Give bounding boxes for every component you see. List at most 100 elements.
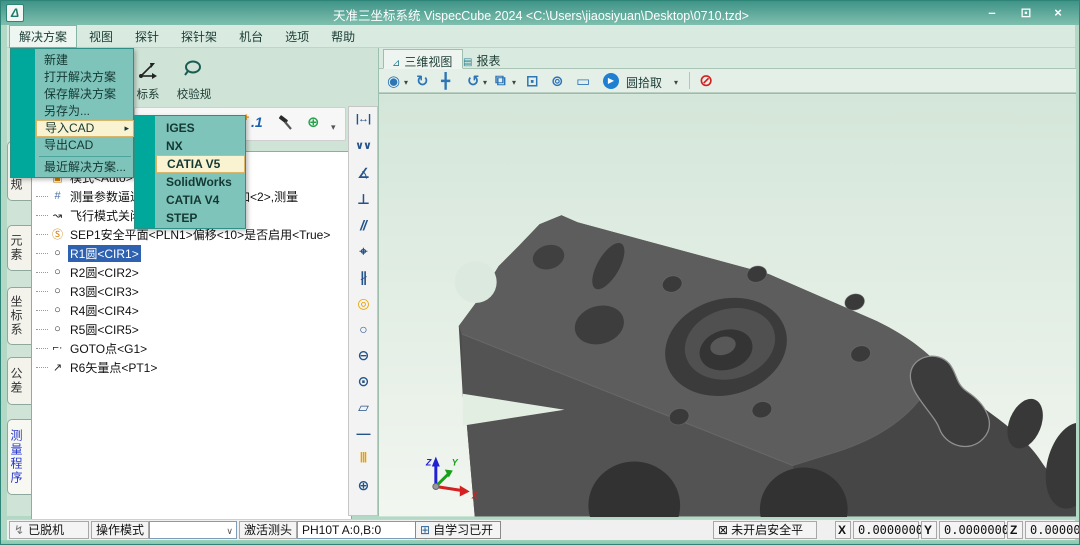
- menu-item-import-cad[interactable]: 导入CAD ▸: [36, 120, 134, 137]
- sidebar-tab-elements[interactable]: 元素: [7, 225, 32, 271]
- menu-item-save-as[interactable]: 另存为...: [36, 103, 133, 120]
- menu-item-new[interactable]: 新建: [36, 52, 133, 69]
- straightness-icon[interactable]: —: [349, 425, 377, 441]
- 3d-viewport[interactable]: Z Y X: [379, 93, 1076, 516]
- menu-accent-strip: [11, 49, 35, 177]
- angle-icon[interactable]: ∡: [349, 165, 377, 182]
- locate-icon[interactable]: ⊚: [551, 72, 564, 90]
- tree-item-circle-r5[interactable]: ○R5圆<CIR5>: [36, 320, 141, 338]
- view-cube-icon[interactable]: ⧉: [495, 72, 506, 89]
- menu-item-export-cad[interactable]: 导出CAD: [36, 137, 133, 154]
- coordinate-system-icon: [137, 59, 159, 81]
- submenu-item-catia-v4[interactable]: CATIA V4: [156, 191, 245, 209]
- active-probe-label: 激活测头: [239, 521, 297, 539]
- offline-status: ↯已脱机: [9, 521, 89, 539]
- circularity-icon[interactable]: ○: [349, 321, 377, 337]
- concentricity-icon[interactable]: ◎: [349, 295, 377, 312]
- view-mode-caret-icon[interactable]: ▾: [404, 78, 408, 87]
- probe-disabled-icon[interactable]: ⊘: [699, 71, 713, 91]
- submenu-item-step[interactable]: STEP: [156, 209, 245, 227]
- toolbar-separator: [689, 72, 690, 89]
- submenu-item-solidworks[interactable]: SolidWorks: [156, 173, 245, 191]
- sidebar-tab-program[interactable]: 测量程序: [7, 419, 32, 495]
- submenu-arrow-icon: ▸: [124, 121, 129, 136]
- menu-probe[interactable]: 探针: [125, 25, 169, 48]
- menu-item-save[interactable]: 保存解决方案: [36, 86, 133, 103]
- coord-z-label: Z: [1007, 521, 1023, 539]
- tree-item-circle-r1[interactable]: ○R1圆<CIR1>: [36, 244, 141, 262]
- gauge-check-button[interactable]: 校验规: [172, 59, 216, 105]
- decimal-precision-icon[interactable]: .1: [251, 114, 263, 130]
- coord-z-value: 0.0000000: [1025, 521, 1080, 539]
- angularity-icon[interactable]: ∦: [349, 269, 377, 286]
- submenu-item-nx[interactable]: NX: [156, 137, 245, 155]
- menu-item-open[interactable]: 打开解决方案: [36, 69, 133, 86]
- select-box-icon[interactable]: ▭: [576, 72, 590, 90]
- tree-item-circle-r3[interactable]: ○R3圆<CIR3>: [36, 282, 141, 300]
- circle-icon: ○: [50, 304, 65, 316]
- vector-point-icon: ↗: [50, 361, 65, 374]
- hammer-icon[interactable]: [278, 115, 294, 134]
- tree-item-flight-mode[interactable]: ↝飞行模式关闭: [36, 206, 144, 224]
- view-tab-bar: ⊿三维视图 ▤报表: [379, 48, 1076, 69]
- tab-3d-view[interactable]: ⊿三维视图: [383, 49, 463, 69]
- submenu-item-iges[interactable]: IGES: [156, 119, 245, 137]
- sidebar-tab-coordsys[interactable]: 坐标系: [7, 287, 32, 345]
- operation-mode-select[interactable]: ∨: [149, 521, 237, 539]
- angle-vv-icon[interactable]: ∨∨: [349, 139, 377, 152]
- circle-pick-dropdown[interactable]: 圆拾取: [626, 74, 662, 91]
- position-icon[interactable]: ⌖: [349, 243, 377, 260]
- pattern-icon[interactable]: |||: [349, 451, 377, 463]
- menu-options[interactable]: 选项: [275, 25, 319, 48]
- view-cube-caret-icon[interactable]: ▾: [512, 78, 516, 87]
- menu-view[interactable]: 视图: [79, 25, 123, 48]
- symmetry-icon[interactable]: ⊖: [349, 347, 377, 364]
- report-tab-icon: ▤: [463, 57, 472, 68]
- sidebar-tab-tolerance[interactable]: 公差: [7, 357, 32, 405]
- flatness-icon[interactable]: ▱: [349, 399, 377, 416]
- tree-item-vector-point[interactable]: ↗R6矢量点<PT1>: [36, 358, 159, 376]
- menu-item-recent[interactable]: 最近解决方案...: [36, 159, 133, 176]
- tab-report[interactable]: ▤报表: [455, 49, 510, 69]
- perpendicularity-icon[interactable]: ⊥: [349, 191, 377, 208]
- menu-solution[interactable]: 解决方案: [9, 25, 77, 48]
- circle-icon: ○: [50, 247, 65, 259]
- rotate-caret-icon[interactable]: ▾: [483, 78, 487, 87]
- distance-icon[interactable]: |↔|: [349, 113, 377, 125]
- run-icon[interactable]: ▶: [603, 73, 619, 89]
- tree-item-circle-r4[interactable]: ○R4圆<CIR4>: [36, 301, 141, 319]
- runout-icon[interactable]: ⊙: [349, 373, 377, 390]
- restore-button[interactable]: ⊡: [1015, 4, 1037, 22]
- solution-menu: 新建 打开解决方案 保存解决方案 另存为... 导入CAD ▸ 导出CAD 最近…: [10, 48, 134, 178]
- parallelism-icon[interactable]: //: [349, 217, 377, 233]
- self-learn-icon: ⊞: [420, 523, 430, 537]
- minimize-button[interactable]: –: [981, 4, 1003, 22]
- orbit-icon[interactable]: ↻: [416, 72, 429, 90]
- menu-help[interactable]: 帮助: [321, 25, 365, 48]
- active-probe-select[interactable]: PH10T A:0,B:0 ∨: [297, 521, 427, 539]
- params-icon: #: [50, 190, 65, 202]
- close-button[interactable]: ×: [1047, 4, 1069, 22]
- title-bar: Δ 天准三坐标系统 VispecCube 2024 <C:\Users\jiao…: [1, 1, 1080, 25]
- circle-icon: ○: [50, 323, 65, 335]
- axis-z-label: Z: [425, 458, 432, 468]
- rotate-icon[interactable]: ↺: [467, 72, 480, 90]
- status-bar: ↯已脱机 操作模式 ∨ 激活测头 PH10T A:0,B:0 ∨ ⊞自学习已开启…: [7, 519, 1075, 540]
- axis-x-label: X: [471, 490, 479, 500]
- zoom-fit-icon[interactable]: ⊡: [526, 72, 539, 90]
- tree-item-circle-r2[interactable]: ○R2圆<CIR2>: [36, 263, 141, 281]
- total-runout-icon[interactable]: ⊕: [349, 477, 377, 494]
- toolbar-more-icon[interactable]: ▾: [331, 122, 336, 133]
- view-mode-icon[interactable]: ◉: [387, 72, 400, 90]
- coord-x-label: X: [835, 521, 851, 539]
- menu-probe-rack[interactable]: 探针架: [171, 25, 227, 48]
- 3d-view-tab-icon: ⊿: [392, 58, 400, 69]
- submenu-item-catia-v5[interactable]: CATIA V5: [156, 155, 245, 173]
- datum-target-icon[interactable]: ⊕: [307, 113, 320, 131]
- self-learn-button[interactable]: ⊞自学习已开启: [415, 521, 501, 539]
- tree-item-goto-point[interactable]: ⌐·GOTO点<G1>: [36, 339, 149, 357]
- circle-pick-caret-icon[interactable]: ▾: [674, 78, 678, 87]
- menu-machine[interactable]: 机台: [229, 25, 273, 48]
- circle-icon: ○: [50, 266, 65, 278]
- pan-icon[interactable]: ╋: [441, 72, 450, 90]
